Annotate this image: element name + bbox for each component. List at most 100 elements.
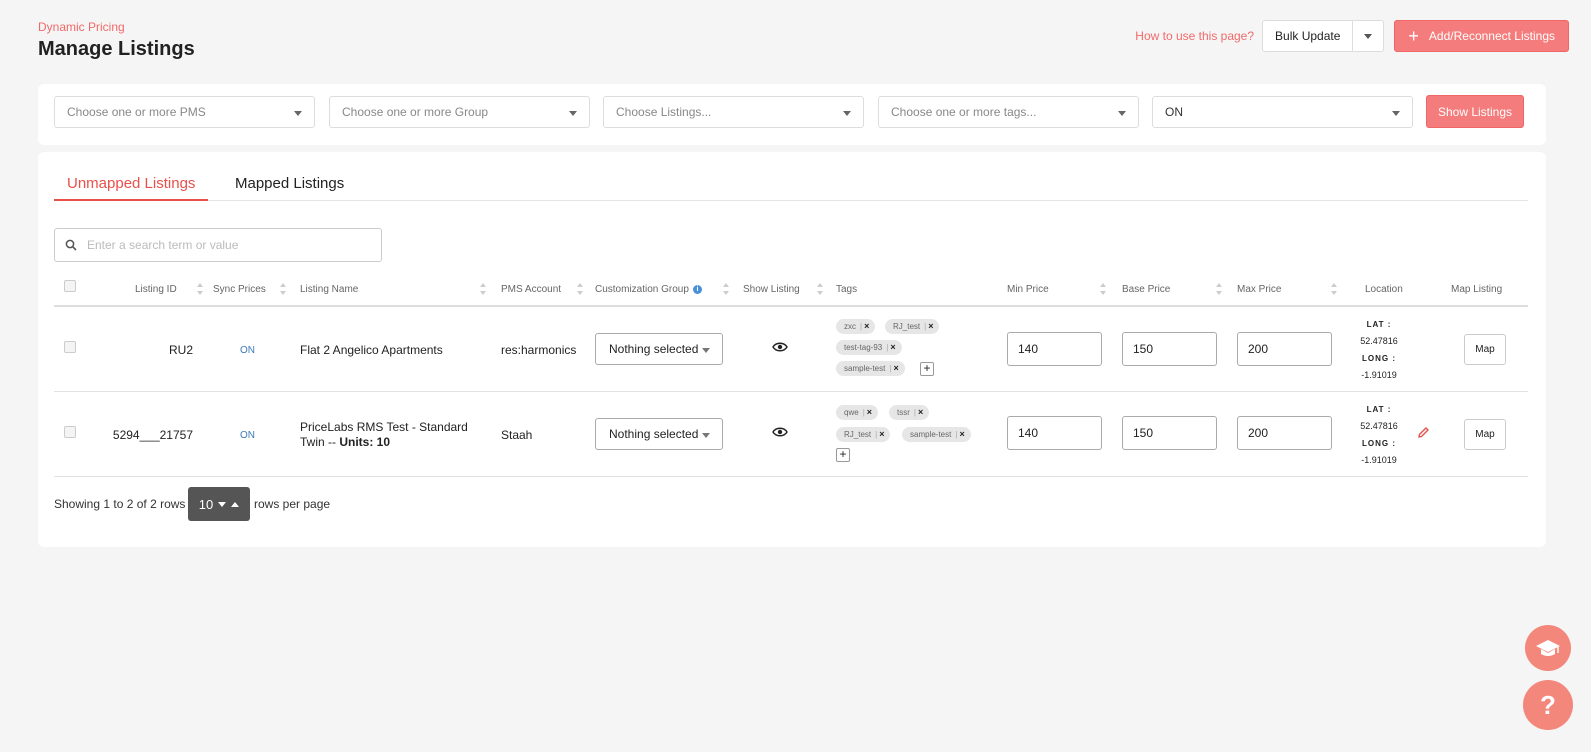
pms-select[interactable]: Choose one or more PMS: [54, 96, 315, 128]
status-select-value: ON: [1165, 105, 1183, 119]
col-listing-name[interactable]: Listing Name: [300, 284, 358, 295]
tag-chip: zxc | ×: [836, 319, 876, 334]
base-price-input[interactable]: 150: [1122, 332, 1217, 366]
show-listings-button[interactable]: Show Listings: [1426, 95, 1524, 128]
tag-chip: sample-test | ×: [836, 361, 905, 376]
listing-id: 5294___21757: [112, 428, 193, 442]
chevron-down-icon: [1118, 111, 1126, 116]
tag-label: sample-test: [844, 364, 886, 373]
min-price-input[interactable]: 140: [1007, 416, 1102, 450]
col-max-price[interactable]: Max Price: [1237, 284, 1281, 295]
sort-icon[interactable]: [197, 283, 203, 295]
col-pms-account[interactable]: PMS Account: [501, 284, 561, 295]
page-header: Dynamic Pricing Manage Listings: [38, 20, 195, 61]
tag-chip: RJ_test | ×: [836, 427, 891, 442]
tag-label: test-tag-93: [844, 343, 883, 352]
close-icon[interactable]: ×: [918, 407, 923, 417]
page-size-select[interactable]: 10: [188, 487, 250, 521]
tab-unmapped-listings[interactable]: Unmapped Listings: [54, 173, 209, 201]
status-select[interactable]: ON: [1152, 96, 1413, 128]
tag-chip: qwe | ×: [836, 405, 879, 420]
eye-icon[interactable]: [772, 341, 788, 353]
long-value: -1.91019: [1361, 370, 1397, 380]
col-customization-group-label: Customization Group: [595, 284, 689, 295]
tag-label: qwe: [844, 408, 859, 417]
tag-label: RJ_test: [844, 430, 872, 439]
chevron-down-icon: [1364, 33, 1373, 39]
col-min-price[interactable]: Min Price: [1007, 284, 1049, 295]
close-icon[interactable]: ×: [890, 342, 895, 352]
map-button[interactable]: Map: [1464, 419, 1506, 450]
question-icon: ?: [1540, 689, 1556, 720]
col-show-listing[interactable]: Show Listing: [743, 284, 800, 295]
plus-icon: +: [1408, 26, 1419, 46]
select-all-checkbox[interactable]: [64, 280, 76, 292]
col-tags[interactable]: Tags: [836, 284, 857, 295]
chevron-down-icon: [218, 501, 227, 507]
tags-select-placeholder: Choose one or more tags...: [891, 105, 1037, 119]
close-icon[interactable]: ×: [959, 429, 964, 439]
sort-icon[interactable]: [1331, 283, 1337, 295]
add-reconnect-button[interactable]: + Add/Reconnect Listings: [1394, 20, 1569, 52]
header-actions: How to use this page? Bulk Update + Add/…: [1135, 20, 1569, 52]
row-divider: [54, 476, 1528, 477]
customization-group-select[interactable]: Nothing selected: [595, 333, 723, 365]
help-button[interactable]: ?: [1523, 680, 1573, 730]
row-checkbox[interactable]: [64, 426, 76, 438]
max-price-input[interactable]: 200: [1237, 416, 1332, 450]
col-base-price[interactable]: Base Price: [1122, 284, 1170, 295]
bulk-update-button[interactable]: Bulk Update: [1262, 20, 1385, 52]
tag-chip: RJ_test | ×: [885, 319, 940, 334]
close-icon[interactable]: ×: [864, 321, 869, 331]
close-icon[interactable]: ×: [928, 321, 933, 331]
sort-icon[interactable]: [1100, 283, 1106, 295]
customization-group-value: Nothing selected: [609, 427, 699, 441]
sort-icon[interactable]: [1216, 283, 1222, 295]
search-box[interactable]: [54, 228, 382, 262]
close-icon[interactable]: ×: [893, 363, 898, 373]
col-listing-id[interactable]: Listing ID: [135, 284, 177, 295]
add-tag-button[interactable]: +: [920, 362, 934, 376]
sort-icon[interactable]: [723, 283, 729, 295]
eye-icon[interactable]: [772, 426, 788, 438]
tags-select[interactable]: Choose one or more tags...: [878, 96, 1139, 128]
max-price-input[interactable]: 200: [1237, 332, 1332, 366]
col-sync-prices[interactable]: Sync Prices: [213, 284, 266, 295]
info-icon[interactable]: i: [692, 285, 702, 294]
group-select[interactable]: Choose one or more Group: [329, 96, 590, 128]
pms-account: res:harmonics: [501, 343, 577, 357]
lat-value: 52.47816: [1360, 421, 1398, 431]
search-input[interactable]: [85, 237, 355, 253]
close-icon[interactable]: ×: [867, 407, 872, 417]
pencil-icon[interactable]: [1417, 426, 1430, 439]
col-customization-group[interactable]: Customization Group i: [595, 284, 702, 295]
chevron-down-icon: [702, 348, 710, 353]
long-label: LONG :: [1362, 354, 1396, 363]
map-button[interactable]: Map: [1464, 334, 1506, 365]
lat-value: 52.47816: [1360, 336, 1398, 346]
chevron-down-icon: [702, 433, 710, 438]
row-checkbox[interactable]: [64, 341, 76, 353]
sync-prices-status[interactable]: ON: [240, 345, 255, 356]
rows-per-page-label: rows per page: [254, 497, 331, 511]
listing-units: Units: 10: [339, 435, 391, 449]
chevron-down-icon: [843, 111, 851, 116]
listings-select[interactable]: Choose Listings...: [603, 96, 864, 128]
add-tag-button[interactable]: +: [836, 448, 850, 462]
tutorial-button[interactable]: [1525, 625, 1571, 671]
sort-icon[interactable]: [577, 283, 583, 295]
bulk-update-label[interactable]: Bulk Update: [1263, 21, 1354, 51]
bulk-update-dropdown[interactable]: [1353, 21, 1383, 51]
tab-mapped-listings[interactable]: Mapped Listings: [222, 173, 357, 201]
sort-icon[interactable]: [817, 283, 823, 295]
breadcrumb[interactable]: Dynamic Pricing: [38, 20, 195, 34]
how-to-link[interactable]: How to use this page?: [1135, 29, 1254, 43]
sort-icon[interactable]: [280, 283, 286, 295]
sync-prices-status[interactable]: ON: [240, 430, 255, 441]
min-price-input[interactable]: 140: [1007, 332, 1102, 366]
base-price-input[interactable]: 150: [1122, 416, 1217, 450]
sort-icon[interactable]: [480, 283, 486, 295]
close-icon[interactable]: ×: [879, 429, 884, 439]
customization-group-select[interactable]: Nothing selected: [595, 418, 723, 450]
add-reconnect-label: Add/Reconnect Listings: [1428, 29, 1555, 43]
